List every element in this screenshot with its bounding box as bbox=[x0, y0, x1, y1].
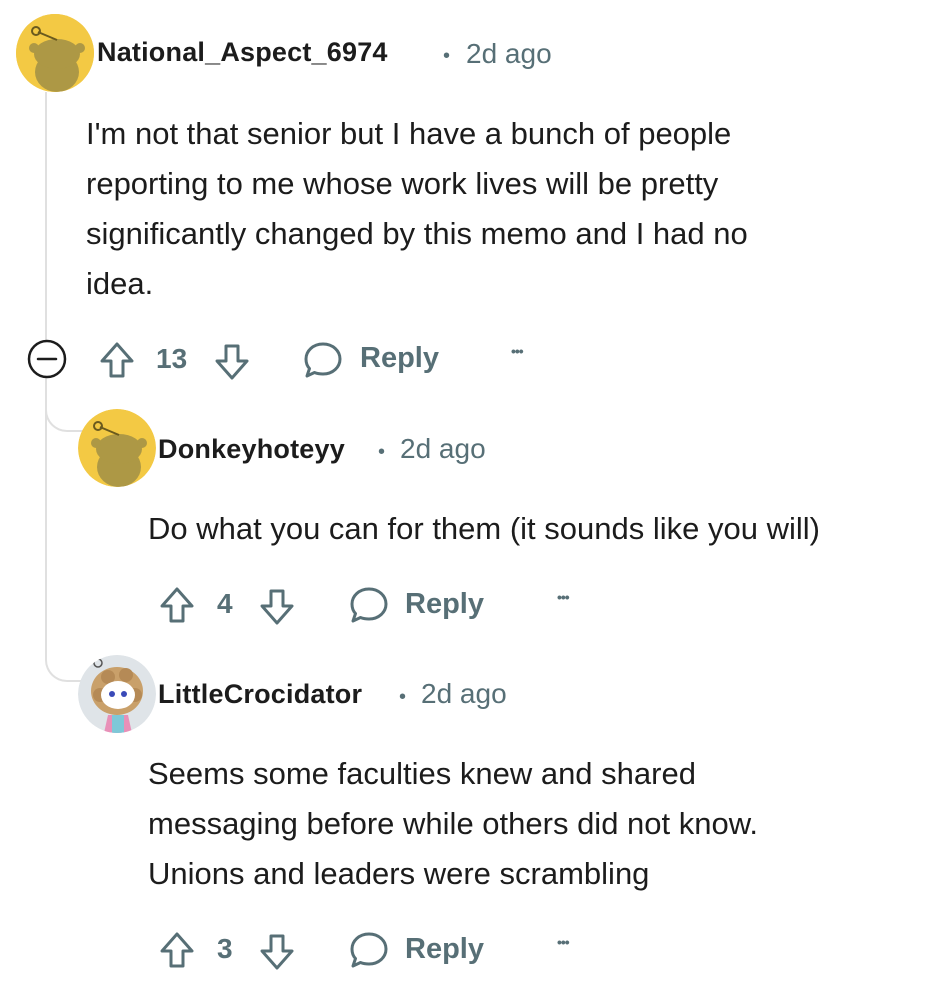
comment-body: Do what you can for them (it sounds like… bbox=[148, 504, 820, 554]
reply-label: Reply bbox=[405, 588, 484, 620]
upvote-icon[interactable] bbox=[157, 585, 197, 625]
vote-count: 4 bbox=[217, 588, 233, 619]
reply-label: Reply bbox=[405, 933, 484, 965]
vote-count: 3 bbox=[217, 933, 233, 964]
downvote-icon[interactable] bbox=[257, 587, 297, 627]
reply-label: Reply bbox=[360, 342, 439, 374]
body-line: Seems some faculties knew and shared bbox=[148, 756, 696, 791]
custom-avatar-icon bbox=[78, 655, 156, 733]
snoo-avatar-icon bbox=[16, 14, 94, 92]
body-line: reporting to me whose work lives will be… bbox=[86, 166, 719, 201]
snoo-avatar-icon bbox=[78, 409, 156, 487]
more-options-icon[interactable]: ••• bbox=[557, 934, 570, 950]
comment-time: 2d ago bbox=[400, 433, 486, 464]
username[interactable]: Donkeyhoteyy bbox=[158, 434, 345, 465]
meta-separator: • bbox=[443, 45, 451, 67]
avatar[interactable] bbox=[78, 409, 156, 487]
comment-time: 2d ago bbox=[421, 678, 507, 709]
thread-branch-1 bbox=[45, 390, 83, 432]
thread-line-main bbox=[45, 92, 47, 340]
upvote-icon[interactable] bbox=[157, 930, 197, 970]
avatar[interactable] bbox=[16, 14, 94, 92]
body-line: messaging before while others did not kn… bbox=[148, 806, 759, 841]
downvote-icon[interactable] bbox=[212, 342, 252, 382]
meta-separator: • bbox=[378, 441, 386, 463]
downvote-icon[interactable] bbox=[257, 932, 297, 972]
vote-count: 13 bbox=[156, 343, 188, 374]
body-line: Unions and leaders were scrambling bbox=[148, 856, 650, 891]
body-line: idea. bbox=[86, 266, 154, 301]
username[interactable]: LittleCrocidator bbox=[158, 679, 362, 710]
comment-time: 2d ago bbox=[466, 38, 552, 69]
body-line: I'm not that senior but I have a bunch o… bbox=[86, 116, 732, 151]
more-options-icon[interactable]: ••• bbox=[511, 343, 524, 359]
username[interactable]: National_Aspect_6974 bbox=[97, 37, 388, 68]
meta-separator: • bbox=[399, 686, 407, 708]
comment-bubble-icon bbox=[350, 932, 388, 968]
comment-bubble-icon bbox=[304, 342, 342, 378]
more-options-icon[interactable]: ••• bbox=[557, 589, 570, 605]
comment-body: Seems some faculties knew and shared mes… bbox=[148, 749, 758, 899]
body-line: significantly changed by this memo and I… bbox=[86, 216, 748, 251]
comment-bubble-icon bbox=[350, 587, 388, 623]
avatar[interactable] bbox=[78, 655, 156, 733]
upvote-icon[interactable] bbox=[97, 340, 137, 380]
body-line: Do what you can for them (it sounds like… bbox=[148, 511, 820, 546]
thread-branch-2 bbox=[45, 640, 83, 682]
comment-body: I'm not that senior but I have a bunch o… bbox=[86, 109, 748, 309]
minus-circle-icon[interactable] bbox=[26, 338, 68, 380]
